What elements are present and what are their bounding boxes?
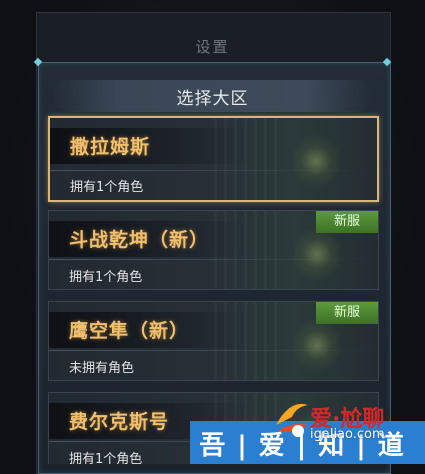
server-role-status: 拥有1个角色: [69, 452, 143, 464]
server-role-status: 拥有1个角色: [70, 180, 144, 195]
server-card-douzhan[interactable]: 斗战乾坤（新） 拥有1个角色 新服: [48, 210, 379, 290]
card-divider: [49, 259, 378, 260]
card-divider: [49, 350, 378, 351]
settings-title: 设置: [195, 38, 230, 56]
server-name: 斗战乾坤（新）: [69, 229, 210, 251]
card-glow-ornament: [293, 126, 339, 190]
server-name: 费尔克斯号: [69, 411, 170, 433]
server-select-title: 选择大区: [176, 89, 249, 109]
server-name: 撒拉姆斯: [70, 136, 151, 158]
watermark: 吾|爱|知|道 爱·尬聊 igaliao.com: [190, 395, 425, 464]
new-server-badge: 新服: [316, 211, 378, 233]
server-role-status: 未拥有角色: [69, 361, 135, 376]
server-role-status: 拥有1个角色: [69, 270, 143, 285]
watermark-url: igaliao.com: [310, 427, 385, 442]
server-card-salams[interactable]: 撒拉姆斯 拥有1个角色: [48, 116, 379, 202]
card-divider: [50, 170, 377, 171]
server-card-yingkong[interactable]: 鹰空隼（新） 未拥有角色 新服: [48, 301, 379, 381]
watermark-logo-icon: [276, 403, 308, 437]
new-server-badge: 新服: [316, 302, 378, 324]
server-name: 鹰空隼（新）: [69, 320, 190, 342]
